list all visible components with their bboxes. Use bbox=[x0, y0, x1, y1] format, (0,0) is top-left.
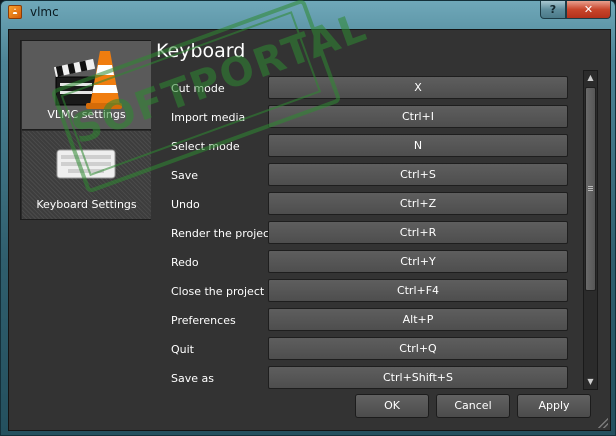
shortcut-action-label: Cut mode bbox=[171, 82, 225, 95]
category-vlmc-settings[interactable]: VLMC settings bbox=[22, 41, 151, 130]
dialog-client-area: VLMC settings Keyboard Settings Keyboard… bbox=[8, 29, 611, 431]
shortcut-key-button[interactable]: Ctrl+R bbox=[268, 221, 568, 244]
shortcut-key-button[interactable]: Ctrl+I bbox=[268, 105, 568, 128]
keyboard-icon bbox=[56, 149, 116, 179]
shortcut-action-label: Import media bbox=[171, 111, 246, 124]
shortcut-row: Undo Ctrl+Z bbox=[157, 190, 579, 219]
shortcut-row: Close the project Ctrl+F4 bbox=[157, 277, 579, 306]
shortcut-action-label: Save as bbox=[171, 372, 214, 385]
scroll-up-arrow-icon[interactable]: ▲ bbox=[584, 71, 597, 85]
shortcut-action-label: Redo bbox=[171, 256, 199, 269]
shortcut-key-button[interactable]: Ctrl+Y bbox=[268, 250, 568, 273]
category-label: Keyboard Settings bbox=[36, 198, 137, 211]
shortcut-row: Redo Ctrl+Y bbox=[157, 248, 579, 277]
vlc-app-icon bbox=[8, 5, 22, 19]
category-list: VLMC settings Keyboard Settings bbox=[20, 40, 151, 220]
scroll-down-arrow-icon[interactable]: ▼ bbox=[584, 375, 597, 389]
page-title: Keyboard bbox=[156, 40, 246, 62]
title-bar[interactable]: vlmc ? ✕ bbox=[1, 1, 615, 23]
window-title: vlmc bbox=[30, 5, 59, 19]
shortcut-key-button[interactable]: Ctrl+S bbox=[268, 163, 568, 186]
shortcut-action-label: Save bbox=[171, 169, 199, 182]
shortcut-action-label: Close the project bbox=[171, 285, 265, 298]
shortcut-row: Preferences Alt+P bbox=[157, 306, 579, 335]
shortcut-key-button[interactable]: N bbox=[268, 134, 568, 157]
shortcut-key-button[interactable]: Ctrl+Q bbox=[268, 337, 568, 360]
scroll-thumb[interactable] bbox=[585, 87, 596, 291]
shortcut-action-label: Select mode bbox=[171, 140, 240, 153]
vertical-scrollbar[interactable]: ▲ ▼ bbox=[583, 70, 598, 390]
shortcut-row: Render the project Ctrl+R bbox=[157, 219, 579, 248]
category-label: VLMC settings bbox=[47, 108, 126, 121]
grip-icon bbox=[588, 186, 593, 187]
shortcut-list: Cut mode X Import media Ctrl+I Select mo… bbox=[157, 74, 579, 392]
ok-button[interactable]: OK bbox=[355, 394, 429, 418]
shortcut-key-button[interactable]: Ctrl+Shift+S bbox=[268, 366, 568, 389]
shortcut-row: Quit Ctrl+Q bbox=[157, 335, 579, 364]
shortcut-key-button[interactable]: X bbox=[268, 76, 568, 99]
shortcut-action-label: Render the project bbox=[171, 227, 274, 240]
shortcut-row: Cut mode X bbox=[157, 74, 579, 103]
apply-button[interactable]: Apply bbox=[517, 394, 591, 418]
shortcut-action-label: Undo bbox=[171, 198, 200, 211]
shortcut-action-label: Quit bbox=[171, 343, 194, 356]
clapperboard-cone-icon bbox=[53, 51, 122, 109]
shortcut-key-button[interactable]: Alt+P bbox=[268, 308, 568, 331]
category-keyboard-settings[interactable]: Keyboard Settings bbox=[22, 131, 151, 220]
shortcut-key-button[interactable]: Ctrl+Z bbox=[268, 192, 568, 215]
shortcut-key-button[interactable]: Ctrl+F4 bbox=[268, 279, 568, 302]
help-button[interactable]: ? bbox=[540, 1, 566, 19]
shortcut-action-label: Preferences bbox=[171, 314, 236, 327]
resize-grip-icon[interactable] bbox=[598, 418, 608, 428]
close-button[interactable]: ✕ bbox=[566, 1, 611, 19]
shortcut-row: Import media Ctrl+I bbox=[157, 103, 579, 132]
shortcut-row: Save Ctrl+S bbox=[157, 161, 579, 190]
preferences-window: vlmc ? ✕ VLMC settings Keyboard Settings… bbox=[0, 0, 616, 436]
cancel-button[interactable]: Cancel bbox=[436, 394, 510, 418]
shortcut-row: Save as Ctrl+Shift+S bbox=[157, 364, 579, 392]
shortcut-row: Select mode N bbox=[157, 132, 579, 161]
